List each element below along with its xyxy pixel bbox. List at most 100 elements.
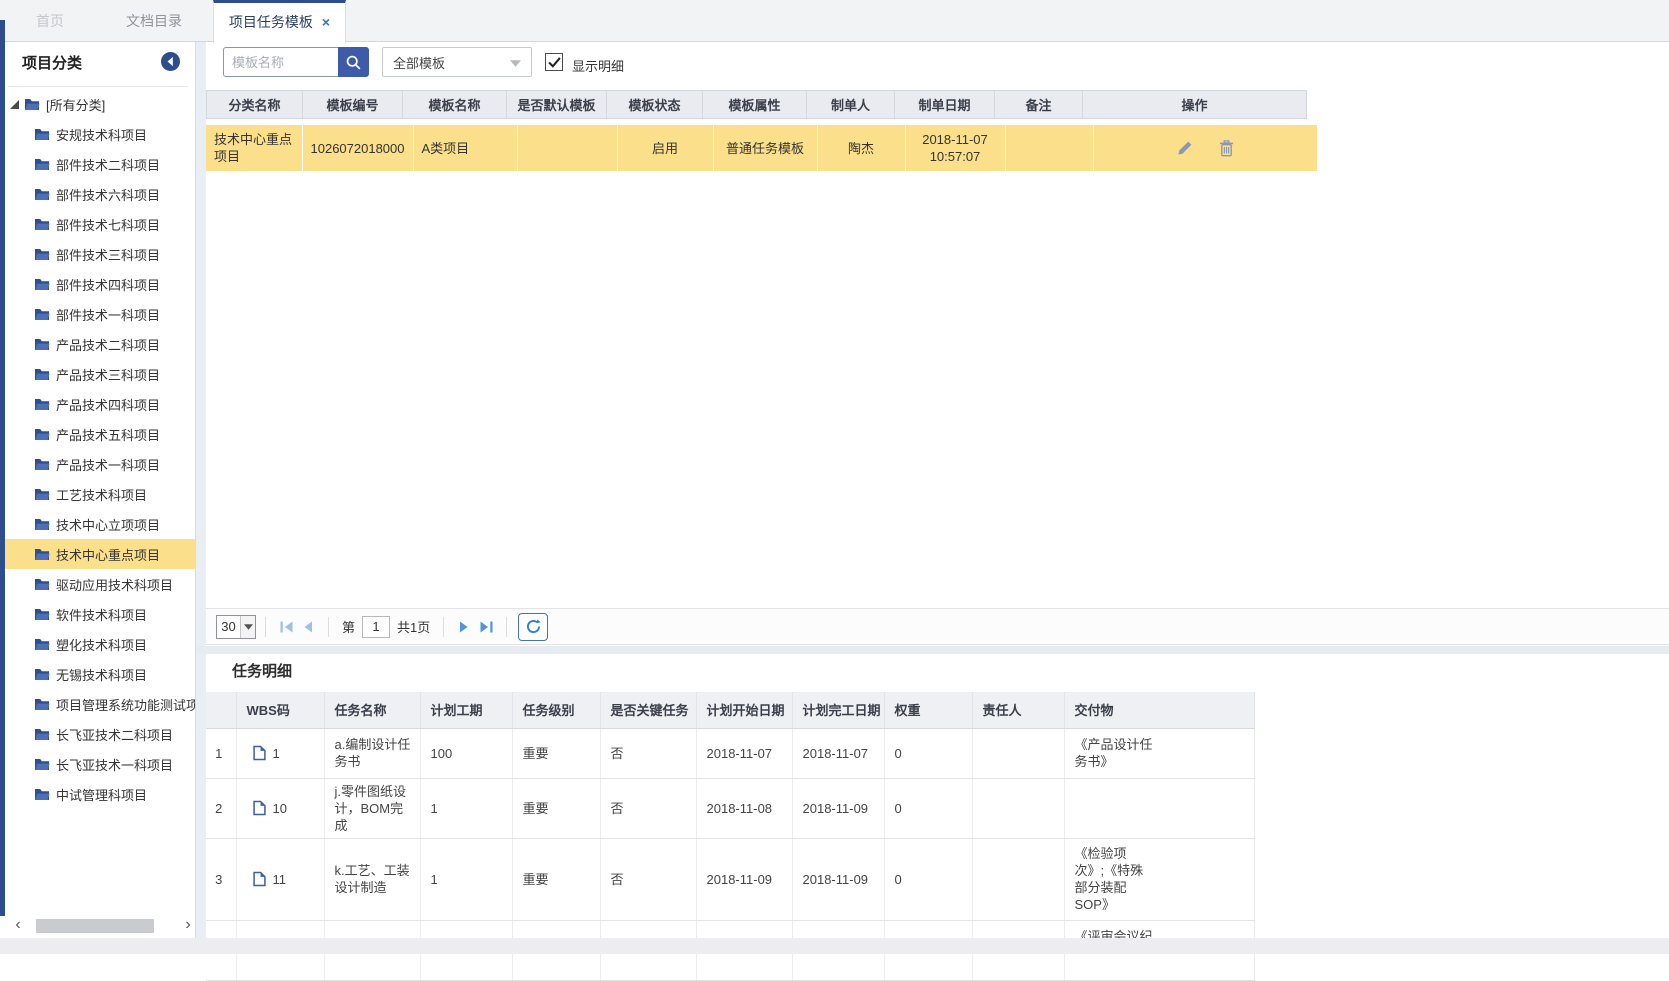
- tab-documents[interactable]: 文档目录: [100, 0, 208, 42]
- task-row[interactable]: 1 1a.编制设计任务书100重要否2018-11-072018-11-070《…: [206, 728, 1254, 778]
- tab-active-label: 项目任务模板: [229, 14, 313, 30]
- template-cell-status: 启用: [617, 125, 713, 171]
- scrollbar-thumb[interactable]: [36, 919, 154, 933]
- folder-icon: [34, 158, 50, 171]
- sidebar-category-item[interactable]: 安规技术科项目: [0, 119, 196, 149]
- left-accent-strip: [0, 20, 5, 916]
- sidebar-category-item[interactable]: 项目管理系统功能测试项目: [0, 689, 196, 719]
- document-icon[interactable]: [253, 871, 266, 887]
- sidebar-category-item[interactable]: 软件技术科项目: [0, 599, 196, 629]
- sidebar-vertical-scrollbar[interactable]: [196, 42, 206, 938]
- wbs-number: 11: [273, 871, 287, 888]
- sidebar-category-item[interactable]: 中试管理科项目: [0, 779, 196, 809]
- page-size-select[interactable]: 30: [216, 615, 256, 639]
- close-tab-icon[interactable]: ×: [322, 3, 330, 41]
- task-row[interactable]: 3 11k.工艺、工装设计制造1重要否2018-11-092018-11-090…: [206, 838, 1254, 920]
- scroll-left-icon[interactable]: [10, 916, 26, 936]
- sidebar-category-item[interactable]: 部件技术三科项目: [0, 239, 196, 269]
- sidebar-category-item[interactable]: 部件技术六科项目: [0, 179, 196, 209]
- task-cell-critical: 否: [600, 728, 696, 778]
- wbs-link[interactable]: 1: [247, 745, 320, 762]
- delete-icon[interactable]: [1219, 140, 1234, 157]
- edit-icon[interactable]: [1177, 140, 1193, 156]
- task-cell-start: 2018-11-07: [696, 728, 792, 778]
- folder-icon: [34, 248, 50, 261]
- tab-home[interactable]: 首页: [0, 0, 100, 42]
- template-row[interactable]: 技术中心重点项目1026072018000A类项目启用普通任务模板陶杰2018-…: [206, 125, 1317, 171]
- folder-icon: [34, 398, 50, 411]
- tab-project-task-template[interactable]: 项目任务模板 ×: [213, 0, 346, 43]
- task-cell-owner: [972, 728, 1064, 778]
- category-label: 技术中心立项项目: [56, 515, 160, 534]
- task-cell-name: j.零件图纸设计，BOM完成: [324, 778, 420, 838]
- pager-bar: 30 第 共1页: [206, 608, 1669, 645]
- deliverable-text: 《产品设计任务书》: [1075, 736, 1155, 770]
- category-label: 无锡技术科项目: [56, 665, 147, 684]
- task-column-header: 计划开始日期: [696, 692, 792, 728]
- folder-icon: [34, 608, 50, 621]
- sidebar-category-item[interactable]: 部件技术四科项目: [0, 269, 196, 299]
- sidebar-horizontal-scrollbar: [2, 916, 200, 936]
- template-cell-is_default: [517, 125, 617, 171]
- sidebar-category-item[interactable]: 产品技术二科项目: [0, 329, 196, 359]
- last-page-button[interactable]: [475, 616, 497, 638]
- tree-expand-caret-icon[interactable]: [10, 100, 19, 109]
- template-table-header: 分类名称模板编号模板名称是否默认模板模板状态模板属性制单人制单日期备注操作: [206, 90, 1307, 119]
- next-page-button[interactable]: [453, 616, 475, 638]
- task-cell-level: 重要: [512, 838, 600, 920]
- template-cell-category: 技术中心重点项目: [206, 125, 302, 171]
- sidebar-category-item[interactable]: 部件技术七科项目: [0, 209, 196, 239]
- sidebar-category-item[interactable]: 塑化技术科项目: [0, 629, 196, 659]
- sidebar-category-item[interactable]: 技术中心立项项目: [0, 509, 196, 539]
- template-name-search-input[interactable]: [223, 47, 338, 77]
- sidebar-category-item[interactable]: 技术中心重点项目: [0, 539, 196, 569]
- wbs-link[interactable]: 10: [247, 800, 320, 817]
- sidebar-category-item[interactable]: 长飞亚技术一科项目: [0, 749, 196, 779]
- sidebar-category-item[interactable]: 无锡技术科项目: [0, 659, 196, 689]
- sidebar-category-item[interactable]: 部件技术二科项目: [0, 149, 196, 179]
- template-column-header: 分类名称: [207, 91, 303, 119]
- first-page-button[interactable]: [275, 616, 297, 638]
- task-column-header: 交付物: [1064, 692, 1254, 728]
- folder-icon: [34, 578, 50, 591]
- task-cell-weight: 0: [884, 728, 972, 778]
- scroll-right-icon[interactable]: [180, 916, 196, 936]
- sidebar-category-item[interactable]: 部件技术一科项目: [0, 299, 196, 329]
- category-label: 部件技术一科项目: [56, 305, 160, 324]
- total-pages-label: 共1页: [397, 617, 430, 636]
- folder-icon: [34, 728, 50, 741]
- template-cell-name: A类项目: [413, 125, 517, 171]
- template-table-body: 技术中心重点项目1026072018000A类项目启用普通任务模板陶杰2018-…: [206, 125, 1318, 171]
- folder-icon: [34, 458, 50, 471]
- document-icon[interactable]: [253, 745, 266, 761]
- wbs-link[interactable]: 11: [247, 871, 320, 888]
- tab-bar: 首页 文档目录 项目任务模板 ×: [0, 0, 1669, 42]
- template-filter-select[interactable]: 全部模板: [382, 47, 532, 77]
- template-column-header: 是否默认模板: [507, 91, 607, 119]
- sidebar-category-item[interactable]: 产品技术一科项目: [0, 449, 196, 479]
- pager-separator: [443, 617, 444, 637]
- sidebar-collapse-button[interactable]: [161, 52, 180, 71]
- page-horizontal-scrollbar[interactable]: [0, 938, 1669, 954]
- folder-icon: [34, 218, 50, 231]
- refresh-button[interactable]: [518, 613, 548, 641]
- document-icon[interactable]: [253, 800, 266, 816]
- sidebar-category-item[interactable]: 产品技术五科项目: [0, 419, 196, 449]
- sidebar-category-item[interactable]: 驱动应用技术科项目: [0, 569, 196, 599]
- tree-root-all-categories[interactable]: [所有分类]: [0, 89, 196, 119]
- prev-page-button[interactable]: [297, 616, 319, 638]
- search-button[interactable]: [338, 47, 369, 77]
- scrollbar-track[interactable]: [28, 919, 178, 933]
- task-cell-name: a.编制设计任务书: [324, 728, 420, 778]
- task-row[interactable]: 2 10j.零件图纸设计，BOM完成1重要否2018-11-082018-11-…: [206, 778, 1254, 838]
- folder-icon: [34, 488, 50, 501]
- task-cell-end: 2018-11-07: [792, 728, 884, 778]
- sidebar-category-item[interactable]: 产品技术四科项目: [0, 389, 196, 419]
- current-page-input[interactable]: [362, 616, 390, 638]
- sidebar-category-item[interactable]: 工艺技术科项目: [0, 479, 196, 509]
- task-cell-duration: 1: [420, 838, 512, 920]
- sidebar-category-item[interactable]: 产品技术三科项目: [0, 359, 196, 389]
- sidebar-category-item[interactable]: 长飞亚技术二科项目: [0, 719, 196, 749]
- show-detail-checkbox[interactable]: [545, 53, 563, 71]
- category-label: 产品技术二科项目: [56, 335, 160, 354]
